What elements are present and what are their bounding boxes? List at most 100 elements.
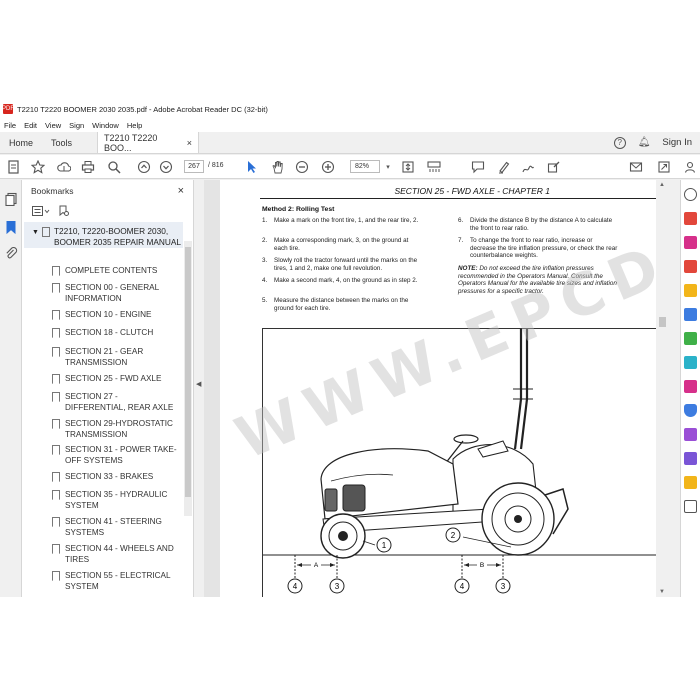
tractor-figure: 1 2 A B 4 3 4 3 xyxy=(262,328,659,597)
document-scroll-thumb[interactable] xyxy=(659,317,666,327)
acrobat-window: PDF T2210 T2220 BOOMER 2030 2035.pdf - A… xyxy=(0,100,700,597)
menu-sign[interactable]: Sign xyxy=(65,121,88,130)
collapse-panel-icon[interactable]: ◀ xyxy=(196,380,201,388)
comment-icon[interactable] xyxy=(470,159,486,175)
tab-document[interactable]: T2210 T2220 BOO... × xyxy=(97,132,200,153)
left-steps: 1. Make a mark on the front tire, 1, and … xyxy=(262,217,422,317)
send-for-review-icon[interactable] xyxy=(684,428,697,441)
menu-file[interactable]: File xyxy=(0,121,20,130)
export-pdf-icon[interactable] xyxy=(684,212,697,225)
page-number-input[interactable]: 267 xyxy=(184,160,204,173)
step-number: 5. xyxy=(262,297,268,304)
bookmarks-panel: Bookmarks × ▼ T2210, T2220-BOOMER 2030, … xyxy=(22,180,194,597)
bookmarks-title: Bookmarks xyxy=(31,186,74,196)
menu-help[interactable]: Help xyxy=(123,121,146,130)
document-scrollbar[interactable]: ▲ ▼ xyxy=(656,180,669,597)
sign-in-button[interactable]: Sign In xyxy=(662,137,692,148)
bookmarks-panel-icon[interactable] xyxy=(4,220,18,235)
tab-document-label: T2210 T2220 BOO... xyxy=(104,132,158,153)
pdf-file-icon: PDF xyxy=(2,104,14,114)
zoom-level-select[interactable]: 82% xyxy=(350,160,380,173)
panel-splitter[interactable]: ◀ xyxy=(194,180,204,597)
bookmark-root-label: T2210, T2220-BOOMER 2030, BOOMER 2035 RE… xyxy=(53,226,182,247)
step: 4. Make a second mark, 4, on the ground a… xyxy=(262,277,422,295)
callout-2: 2 xyxy=(451,531,456,540)
share-email-icon[interactable] xyxy=(628,159,644,175)
callout-3-rear: 3 xyxy=(501,582,506,591)
stamp-icon[interactable] xyxy=(684,476,697,489)
step-number: 6. xyxy=(458,217,464,224)
highlight-pen-icon[interactable] xyxy=(496,159,512,175)
combine-files-icon[interactable] xyxy=(684,308,697,321)
scroll-up-arrow-icon[interactable]: ▲ xyxy=(659,182,665,188)
callout-4-front: 4 xyxy=(293,582,298,591)
scan-ocr-icon[interactable] xyxy=(684,356,697,369)
tab-home[interactable]: Home xyxy=(0,132,42,153)
callout-4-rear: 4 xyxy=(460,582,465,591)
fill-sign-tool-icon[interactable] xyxy=(684,380,697,393)
select-cursor-icon[interactable] xyxy=(244,159,260,175)
search-icon[interactable] xyxy=(106,159,122,175)
close-tab-icon[interactable]: × xyxy=(187,138,192,148)
bell-icon[interactable]: 🔔︎ xyxy=(638,137,651,148)
bookmark-options-icon[interactable] xyxy=(32,206,50,218)
callout-1: 1 xyxy=(382,541,387,550)
step-text: Make a second mark, 4, on the ground as … xyxy=(274,277,418,284)
create-pdf-tool-icon[interactable] xyxy=(684,236,697,249)
tools-search-icon[interactable] xyxy=(684,188,697,201)
keyboard-tool-icon[interactable] xyxy=(426,159,442,175)
zoom-in-icon[interactable] xyxy=(320,159,336,175)
sign-pen-icon[interactable] xyxy=(520,159,536,175)
attachments-icon[interactable] xyxy=(4,246,18,260)
step-number: 4. xyxy=(262,277,268,284)
collapse-chevron-icon[interactable]: ▼ xyxy=(32,227,39,238)
page-thumbnails-icon[interactable] xyxy=(4,192,18,207)
zoom-out-icon[interactable] xyxy=(294,159,310,175)
step: 5. Measure the distance between the marks… xyxy=(262,297,422,315)
step: 7. To change the front to rear ratio, inc… xyxy=(458,237,620,263)
next-page-icon[interactable] xyxy=(158,159,174,175)
scroll-down-arrow-icon[interactable]: ▼ xyxy=(659,589,665,595)
step-text: Slowly roll the tractor forward until th… xyxy=(274,257,418,272)
bookmark-icon xyxy=(41,227,50,237)
pdf-page: SECTION 25 - FWD AXLE - CHAPTER 1 Method… xyxy=(220,180,660,597)
menu-edit[interactable]: Edit xyxy=(20,121,41,130)
edit-pdf-icon[interactable] xyxy=(684,260,697,273)
request-signatures-icon[interactable] xyxy=(684,452,697,465)
star-icon[interactable] xyxy=(30,159,46,175)
create-pdf-icon[interactable] xyxy=(6,159,22,175)
help-icon[interactable]: ? xyxy=(613,136,626,149)
bookmark-root[interactable]: ▼ T2210, T2220-BOOMER 2030, BOOMER 2035 … xyxy=(24,222,183,248)
upload-cloud-icon[interactable] xyxy=(56,159,72,175)
find-bookmark-icon[interactable] xyxy=(58,205,70,219)
account-icon[interactable] xyxy=(682,159,698,175)
dimension-b-label: B xyxy=(480,562,484,569)
close-panel-icon[interactable]: × xyxy=(178,185,184,197)
share-link-icon[interactable] xyxy=(656,159,672,175)
dimension-a-label: A xyxy=(314,562,319,569)
fill-sign-icon[interactable] xyxy=(546,159,562,175)
comment-tool-icon[interactable] xyxy=(684,284,697,297)
more-tools-icon[interactable] xyxy=(684,500,697,513)
protect-icon[interactable] xyxy=(684,404,697,417)
zoom-dropdown-chevron-icon[interactable]: ▾ xyxy=(380,159,396,175)
step-number: 1. xyxy=(262,217,268,224)
hand-tool-icon[interactable] xyxy=(270,159,286,175)
bookmarks-scroll-thumb[interactable] xyxy=(185,247,191,497)
print-icon[interactable] xyxy=(80,159,96,175)
window-title: T2210 T2220 BOOMER 2030 2035.pdf - Adobe… xyxy=(17,104,268,114)
previous-page-icon[interactable] xyxy=(136,159,152,175)
menu-view[interactable]: View xyxy=(41,121,65,130)
step: 1. Make a mark on the front tire, 1, and … xyxy=(262,217,422,235)
fit-page-icon[interactable] xyxy=(400,159,416,175)
tab-bar: Home Tools T2210 T2220 BOO... × ? 🔔︎ Sig… xyxy=(0,132,700,154)
document-viewport: SECTION 25 - FWD AXLE - CHAPTER 1 Method… xyxy=(204,180,669,597)
bookmarks-scrollbar[interactable] xyxy=(184,241,192,516)
bookmarks-header: Bookmarks × xyxy=(22,180,193,202)
tab-tools[interactable]: Tools xyxy=(42,132,81,153)
callout-3-front: 3 xyxy=(335,582,340,591)
step-number: 7. xyxy=(458,237,464,244)
organize-pages-icon[interactable] xyxy=(684,332,697,345)
note-paragraph: NOTE: Do not exceed the tire inflation p… xyxy=(458,265,620,295)
menu-window[interactable]: Window xyxy=(88,121,123,130)
